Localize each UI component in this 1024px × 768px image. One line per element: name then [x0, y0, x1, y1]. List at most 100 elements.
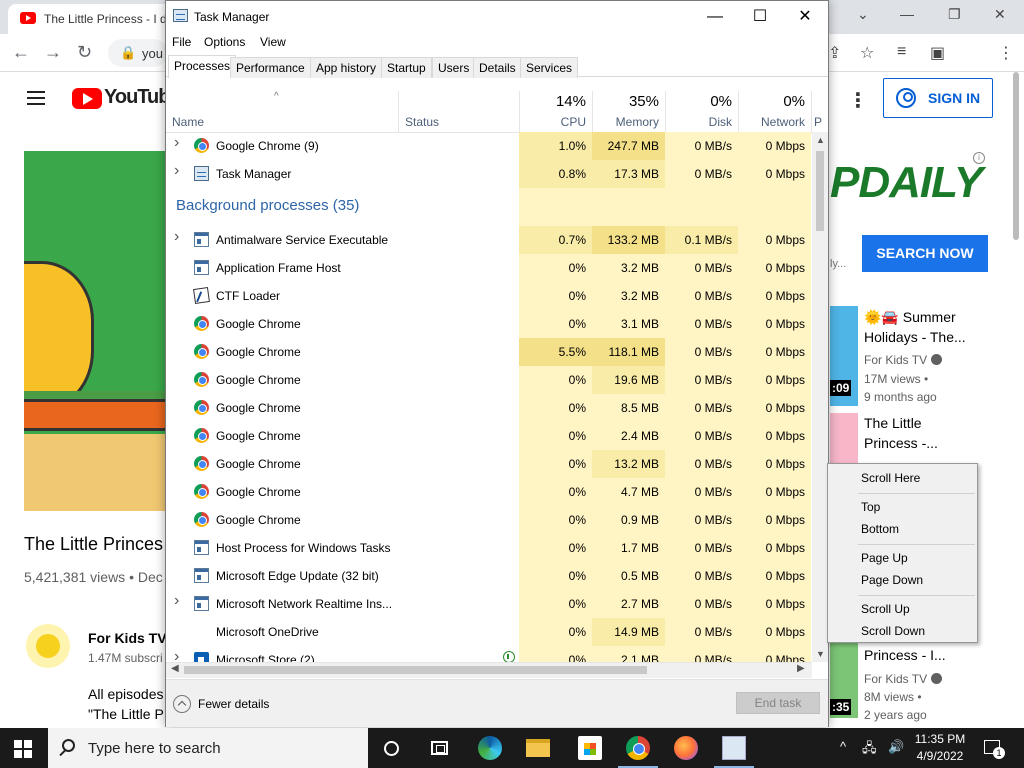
reload-icon[interactable]: ↻: [77, 42, 92, 63]
related-thumbnail[interactable]: [830, 413, 858, 463]
tab-search-chevron-icon[interactable]: ⌄: [857, 6, 869, 23]
process-row[interactable]: 0% 3.2 MB 0 MB/s 0 Mbps CTF Loader: [166, 282, 812, 310]
process-row[interactable]: 0% 2.7 MB 0 MB/s 0 Mbps › Microsoft Network R…: [166, 590, 812, 618]
process-row[interactable]: 0% 3.2 MB 0 MB/s 0 Mbps Application Frame Ho…: [166, 254, 812, 282]
menu-item-scroll-up[interactable]: Scroll Up: [861, 602, 910, 616]
restore-icon[interactable]: ❐: [948, 6, 961, 23]
menu-file[interactable]: File: [172, 35, 191, 49]
ad-search-now-button[interactable]: SEARCH NOW: [862, 235, 988, 272]
related-title[interactable]: Princess - I...: [864, 645, 946, 665]
process-row[interactable]: 0% 2.4 MB 0 MB/s 0 Mbps Google Chrome: [166, 422, 812, 450]
column-cpu-percent[interactable]: 14%: [520, 93, 586, 110]
related-title[interactable]: Holidays - The...: [864, 327, 966, 347]
task-manager-titlebar[interactable]: Task Manager — ☐ ✕: [166, 1, 828, 32]
tray-chevron-icon[interactable]: ^: [840, 739, 846, 754]
column-disk-percent[interactable]: 0%: [666, 93, 732, 110]
firefox-icon[interactable]: [674, 736, 698, 760]
menu-item-top[interactable]: Top: [861, 500, 880, 514]
process-row[interactable]: 0.8% 17.3 MB 0 MB/s 0 Mbps › Task Manager: [166, 160, 812, 188]
minimize-icon[interactable]: —: [692, 1, 738, 32]
column-divider[interactable]: [811, 91, 812, 133]
process-row[interactable]: 0% 2.1 MB 0 MB/s 0 Mbps › Microsoft Store (2): [166, 646, 812, 662]
process-row[interactable]: 0% 1.7 MB 0 MB/s 0 Mbps Host Process for Win…: [166, 534, 812, 562]
back-icon[interactable]: ←: [12, 42, 30, 63]
menu-item-page-up[interactable]: Page Up: [861, 551, 908, 565]
expand-chevron-icon[interactable]: ›: [174, 648, 179, 662]
side-panel-icon[interactable]: ▣: [930, 43, 945, 63]
process-row[interactable]: 0% 3.1 MB 0 MB/s 0 Mbps Google Chrome: [166, 310, 812, 338]
column-divider[interactable]: [398, 91, 399, 133]
process-row[interactable]: 0% 14.9 MB 0 MB/s 0 Mbps Microsoft OneDrive: [166, 618, 812, 646]
task-view-icon[interactable]: [431, 741, 448, 755]
chrome-icon[interactable]: [626, 736, 650, 760]
bookmark-star-icon[interactable]: ☆: [860, 43, 874, 63]
tab-processes[interactable]: Processes: [168, 55, 237, 78]
forward-icon[interactable]: →: [44, 42, 62, 63]
expand-chevron-icon[interactable]: ›: [174, 162, 179, 180]
column-memory[interactable]: Memory: [593, 115, 659, 129]
file-explorer-icon[interactable]: [526, 739, 550, 757]
group-header-background[interactable]: Background processes (35): [176, 197, 359, 214]
cortana-icon[interactable]: [384, 741, 399, 756]
column-network-percent[interactable]: 0%: [739, 93, 805, 110]
page-scrollbar[interactable]: [1013, 72, 1019, 240]
scroll-right-arrow-icon[interactable]: ▶: [797, 663, 805, 674]
column-memory-percent[interactable]: 35%: [593, 93, 659, 110]
task-manager-taskbar-icon[interactable]: [722, 736, 746, 760]
expand-chevron-icon[interactable]: ›: [174, 134, 179, 152]
column-name[interactable]: Name: [172, 115, 204, 129]
column-network[interactable]: Network: [739, 115, 805, 129]
scroll-up-arrow-icon[interactable]: ▲: [816, 135, 825, 145]
clock-date[interactable]: 4/9/2022: [912, 749, 968, 763]
chrome-menu-icon[interactable]: ⋮: [998, 43, 1014, 63]
ad-info-icon[interactable]: i: [973, 152, 985, 164]
collapse-chevron-icon[interactable]: [173, 695, 191, 713]
tab-app-history[interactable]: App history: [310, 57, 383, 78]
expand-chevron-icon[interactable]: ›: [174, 592, 179, 610]
volume-icon[interactable]: 🔊: [888, 739, 904, 755]
close-icon[interactable]: ✕: [782, 1, 828, 32]
related-title[interactable]: The Little: [864, 413, 922, 433]
process-row[interactable]: 0% 4.7 MB 0 MB/s 0 Mbps Google Chrome: [166, 478, 812, 506]
edge-icon[interactable]: [478, 736, 502, 760]
address-bar[interactable]: 🔒 you: [108, 39, 168, 67]
tab-startup[interactable]: Startup: [381, 57, 432, 78]
menu-item-page-down[interactable]: Page Down: [861, 573, 923, 587]
maximize-icon[interactable]: ☐: [737, 1, 783, 32]
column-cpu[interactable]: CPU: [520, 115, 586, 129]
process-row[interactable]: 0% 19.6 MB 0 MB/s 0 Mbps Google Chrome: [166, 366, 812, 394]
expand-chevron-icon[interactable]: ›: [174, 228, 179, 246]
channel-name[interactable]: For Kids TV: [88, 630, 167, 646]
column-status[interactable]: Status: [405, 115, 439, 129]
process-row[interactable]: 0% 0.9 MB 0 MB/s 0 Mbps Google Chrome: [166, 506, 812, 534]
youtube-logo-icon[interactable]: [72, 88, 102, 109]
process-row[interactable]: 0% 13.2 MB 0 MB/s 0 Mbps Google Chrome: [166, 450, 812, 478]
related-title[interactable]: Princess -...: [864, 433, 938, 453]
share-icon[interactable]: ⇪: [828, 43, 841, 63]
process-row[interactable]: 5.5% 118.1 MB 0 MB/s 0 Mbps Google Chrome: [166, 338, 812, 366]
process-row[interactable]: 0.7% 133.2 MB 0.1 MB/s 0 Mbps › Antimalware S…: [166, 226, 812, 254]
tab-performance[interactable]: Performance: [230, 57, 311, 78]
menu-item-scroll-down[interactable]: Scroll Down: [861, 624, 925, 638]
related-title[interactable]: 🌞🚘 Summer: [864, 307, 956, 327]
ad-logo[interactable]: PDAILY: [830, 158, 983, 208]
microsoft-store-icon[interactable]: [578, 736, 602, 760]
menu-options[interactable]: Options: [204, 35, 245, 49]
close-icon[interactable]: ✕: [994, 6, 1006, 23]
scroll-down-arrow-icon[interactable]: ▼: [816, 649, 825, 659]
column-disk[interactable]: Disk: [666, 115, 732, 129]
network-icon[interactable]: 🖧: [862, 739, 877, 761]
column-power-partial[interactable]: P: [814, 115, 822, 129]
process-row[interactable]: 0% 8.5 MB 0 MB/s 0 Mbps Google Chrome: [166, 394, 812, 422]
scroll-left-arrow-icon[interactable]: ◀: [171, 663, 179, 674]
clock-time[interactable]: 11:35 PM: [912, 732, 968, 746]
hamburger-menu-icon[interactable]: [27, 91, 45, 105]
tab-details[interactable]: Details: [473, 57, 522, 78]
more-options-icon[interactable]: ⋮: [848, 88, 868, 113]
menu-item-bottom[interactable]: Bottom: [861, 522, 899, 536]
windows-start-icon[interactable]: [14, 740, 32, 758]
process-row[interactable]: 0% 0.5 MB 0 MB/s 0 Mbps Microsoft Edge Updat…: [166, 562, 812, 590]
tab-users[interactable]: Users: [432, 57, 476, 78]
process-row[interactable]: 1.0% 247.7 MB 0 MB/s 0 Mbps › Google Chrome (…: [166, 132, 812, 160]
end-task-button[interactable]: End task: [736, 692, 820, 714]
